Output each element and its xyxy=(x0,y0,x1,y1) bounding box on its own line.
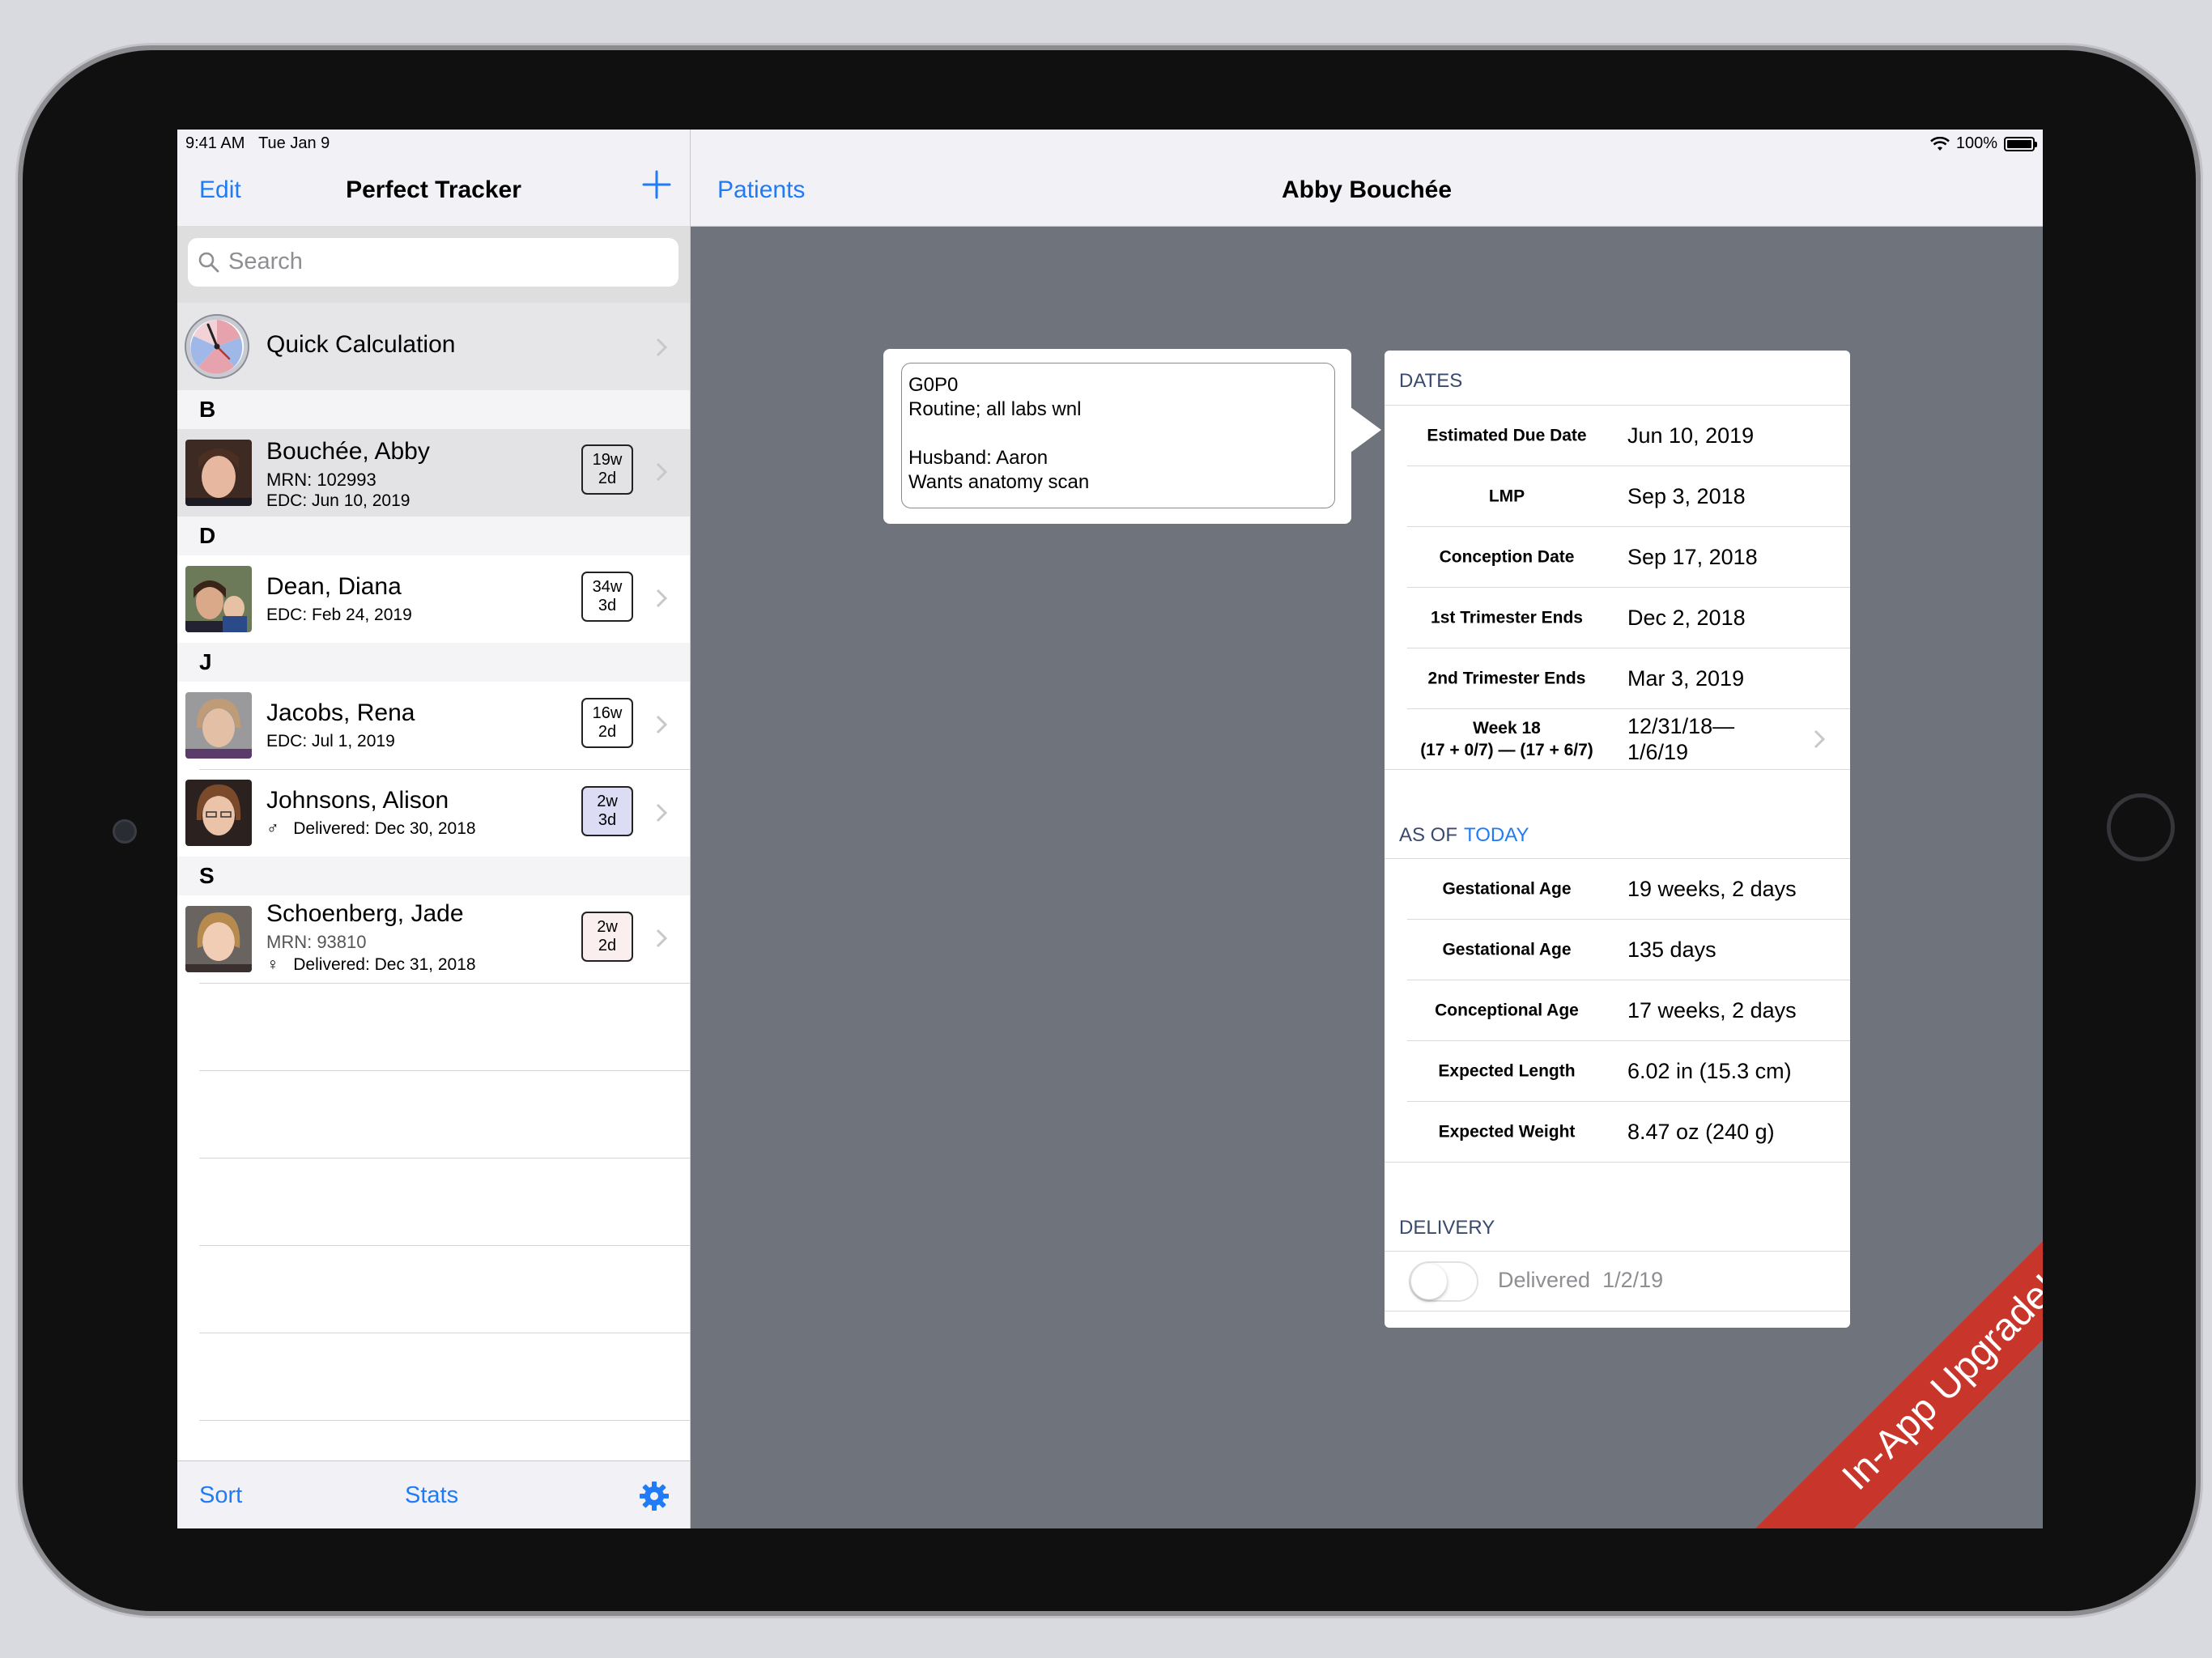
chevron-right-icon xyxy=(656,589,668,608)
chevron-right-icon xyxy=(656,803,668,823)
patient-list-panel: Edit Perfect Tracker Search Quick Calcul… xyxy=(177,130,691,1528)
as-of-section-header: AS OF TODAY xyxy=(1399,824,1529,846)
patient-row-schoenberg[interactable]: Schoenberg, Jade MRN: 93810 ♀ Delivered:… xyxy=(177,895,690,983)
gestation-badge: 16w 2d xyxy=(581,698,633,748)
divider xyxy=(1385,1162,1850,1163)
quick-calc-clock-icon xyxy=(185,314,249,379)
status-right: 100% xyxy=(1929,134,2037,153)
patient-title: Abby Bouchée xyxy=(1281,176,1453,203)
age-row-weight: Expected Weight 8.47 oz (240 g) xyxy=(1438,1120,1775,1144)
delivered-label: Delivered 1/2/19 xyxy=(1498,1268,1664,1292)
wifi-icon xyxy=(1929,136,1950,151)
date-row-conception: Conception Date Sep 17, 2018 xyxy=(1439,545,1758,569)
row-separator xyxy=(199,1245,690,1246)
gestation-badge: 34w 3d xyxy=(581,572,633,622)
date-row-lmp[interactable]: LMP Sep 3, 2018 xyxy=(1385,466,1850,526)
row-separator xyxy=(199,983,690,984)
patient-mrn: MRN: 102993 xyxy=(266,470,376,490)
chevron-right-icon xyxy=(656,929,668,948)
patient-name: Jacobs, Rena xyxy=(266,699,415,726)
divider xyxy=(1385,769,1850,770)
row-separator xyxy=(199,1070,690,1071)
patient-photo xyxy=(185,780,252,846)
screen: 9:41 AM Tue Jan 9 100% Edit Perfect Trac… xyxy=(177,130,2043,1528)
patient-photo xyxy=(185,692,252,759)
date-row-2nd-trimester: 2nd Trimester Ends Mar 3, 2019 xyxy=(1427,666,1745,691)
date-row-edd: Estimated Due Date Jun 10, 2019 xyxy=(1427,423,1755,448)
search-placeholder: Search xyxy=(228,249,303,274)
delivered-toggle[interactable] xyxy=(1409,1261,1478,1302)
dates-section-header: DATES xyxy=(1399,370,1463,392)
upgrade-ribbon-container: In-App Upgrade! xyxy=(1732,1206,2043,1528)
in-app-upgrade-ribbon[interactable]: In-App Upgrade! xyxy=(1748,1206,2043,1528)
bottom-toolbar: Sort Stats xyxy=(177,1460,690,1528)
age-row-conceptional: Conceptional Age 17 weeks, 2 days xyxy=(1435,998,1797,1022)
row-separator xyxy=(199,1420,690,1421)
date-row-week[interactable]: Week 18 (17 + 0/7) — (17 + 6/7) 12/31/18—… xyxy=(1385,709,1850,769)
patient-name: Bouchée, Abby xyxy=(266,438,430,465)
gestation-badge: 2w 3d xyxy=(581,786,633,836)
patient-edc: EDC: Feb 24, 2019 xyxy=(266,606,412,624)
patient-name: Dean, Diana xyxy=(266,573,402,600)
quick-calculation-row[interactable]: Quick Calculation xyxy=(177,303,690,390)
patient-mrn: MRN: 93810 xyxy=(266,932,367,952)
patient-name: Schoenberg, Jade xyxy=(266,900,464,927)
chevron-right-icon xyxy=(656,715,668,734)
date-row-1st-trimester: 1st Trimester Ends Dec 2, 2018 xyxy=(1431,606,1746,630)
dates-card: DATES Estimated Due Date Jun 10, 2019 LMP… xyxy=(1385,351,1850,1328)
battery-icon xyxy=(2004,136,2037,151)
notes-callout-arrow xyxy=(1351,407,1381,453)
sort-button[interactable]: Sort xyxy=(199,1482,242,1509)
patient-delivered: ♀ Delivered: Dec 31, 2018 xyxy=(266,955,476,974)
patient-photo xyxy=(185,440,252,506)
age-row-gestational-weeks: Gestational Age 19 weeks, 2 days xyxy=(1442,877,1797,901)
today-link[interactable]: TODAY xyxy=(1464,824,1529,846)
patient-row-johnsons[interactable]: Johnsons, Alison ♂ Delivered: Dec 30, 20… xyxy=(177,770,690,857)
gear-icon[interactable] xyxy=(639,1481,670,1511)
gestation-badge: 2w 2d xyxy=(581,912,633,962)
stats-button[interactable]: Stats xyxy=(405,1482,458,1509)
search-bar: Search xyxy=(177,226,690,303)
patient-photo xyxy=(185,906,252,972)
gestation-badge: 19w 2d xyxy=(581,444,633,495)
app-title: Perfect Tracker xyxy=(346,176,521,203)
patient-edc: EDC: Jul 1, 2019 xyxy=(266,732,395,750)
section-header-b: B xyxy=(177,390,690,429)
patient-row-bouchee[interactable]: Bouchée, Abby MRN: 102993 EDC: Jun 10, 2… xyxy=(177,429,690,517)
chevron-right-icon xyxy=(656,462,668,482)
battery-percent: 100% xyxy=(1955,134,1997,152)
plus-icon[interactable] xyxy=(640,168,673,201)
search-input[interactable]: Search xyxy=(188,238,678,287)
front-camera xyxy=(113,819,137,844)
chevron-right-icon xyxy=(1814,729,1826,749)
patient-edc: EDC: Jun 10, 2019 xyxy=(266,491,410,510)
section-header-s: S xyxy=(177,857,690,895)
notes-textarea[interactable]: G0P0 Routine; all labs wnl Husband: Aaro… xyxy=(901,363,1335,508)
patient-delivered: ♂ Delivered: Dec 30, 2018 xyxy=(266,819,476,838)
patient-row-jacobs[interactable]: Jacobs, Rena EDC: Jul 1, 2019 16w 2d xyxy=(177,682,690,769)
male-symbol-icon: ♂ xyxy=(266,819,279,838)
chevron-right-icon xyxy=(656,338,668,357)
quick-calculation-label: Quick Calculation xyxy=(266,331,456,358)
patient-row-dean[interactable]: Dean, Diana EDC: Feb 24, 2019 34w 3d xyxy=(177,555,690,643)
status-bar: 9:41 AM Tue Jan 9 100% xyxy=(177,130,2043,162)
female-symbol-icon: ♀ xyxy=(266,955,279,974)
section-header-j: J xyxy=(177,643,690,682)
patient-photo xyxy=(185,566,252,632)
patient-name: Johnsons, Alison xyxy=(266,787,449,814)
notes-card: G0P0 Routine; all labs wnl Husband: Aaro… xyxy=(883,349,1351,524)
age-row-length: Expected Length 6.02 in (15.3 cm) xyxy=(1438,1059,1792,1083)
home-button[interactable] xyxy=(2107,793,2175,861)
age-row-gestational-days: Gestational Age 135 days xyxy=(1442,937,1716,962)
delivery-section-header: DELIVERY xyxy=(1399,1217,1495,1239)
search-icon xyxy=(198,252,219,273)
status-time: 9:41 AM Tue Jan 9 xyxy=(185,134,330,152)
section-header-d: D xyxy=(177,517,690,555)
